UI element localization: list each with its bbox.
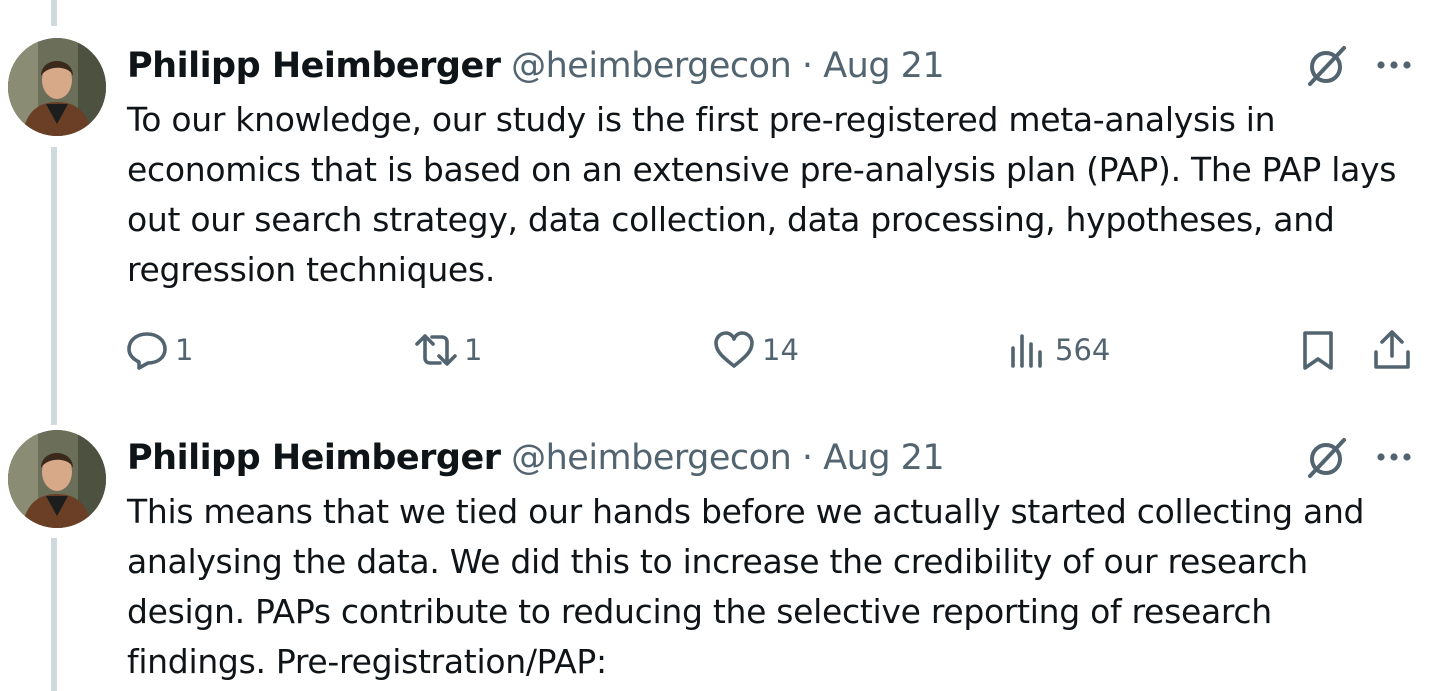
thread-line [51,0,57,26]
tweet-date[interactable]: Aug 21 [823,438,945,478]
like-button[interactable]: 14 [712,322,799,378]
share-icon [1374,330,1410,369]
more-icon[interactable] [1373,442,1415,472]
avatar[interactable] [8,38,106,136]
reply-icon [127,332,167,370]
views-count: 564 [1055,333,1111,367]
share-button[interactable] [1370,322,1414,378]
reply-button[interactable]: 1 [125,322,193,378]
author-name[interactable]: Philipp Heimberger [127,438,501,478]
reply-count: 1 [175,333,194,367]
separator-dot: · [801,46,813,86]
tweet-header: Philipp Heimberger @heimbergecon · Aug 2… [127,42,945,90]
grok-icon[interactable] [1304,44,1350,88]
thread-line [51,147,57,425]
author-name[interactable]: Philipp Heimberger [127,46,501,86]
retweet-count: 1 [464,333,483,367]
tweet-header: Philipp Heimberger @heimbergecon · Aug 2… [127,434,945,482]
like-count: 14 [762,333,799,367]
thread-line [51,538,57,691]
views-button[interactable]: 564 [1005,322,1110,378]
author-handle[interactable]: @heimbergecon [511,46,792,86]
tweet-date[interactable]: Aug 21 [823,46,945,86]
avatar[interactable] [8,430,106,528]
tweet-text: To our knowledge, our study is the first… [127,100,1397,289]
more-icon[interactable] [1373,50,1415,80]
separator-dot: · [801,438,813,478]
bookmark-button[interactable] [1296,322,1340,378]
tweet-actions: 1 1 14 564 [0,322,1456,378]
views-icon [1011,334,1042,368]
like-icon [714,331,754,368]
retweet-icon [415,334,457,366]
grok-icon[interactable] [1304,436,1350,480]
retweet-button[interactable]: 1 [414,322,482,378]
bookmark-icon [1303,331,1333,370]
author-handle[interactable]: @heimbergecon [511,438,792,478]
tweet-text: This means that we tied our hands before… [127,492,1365,681]
